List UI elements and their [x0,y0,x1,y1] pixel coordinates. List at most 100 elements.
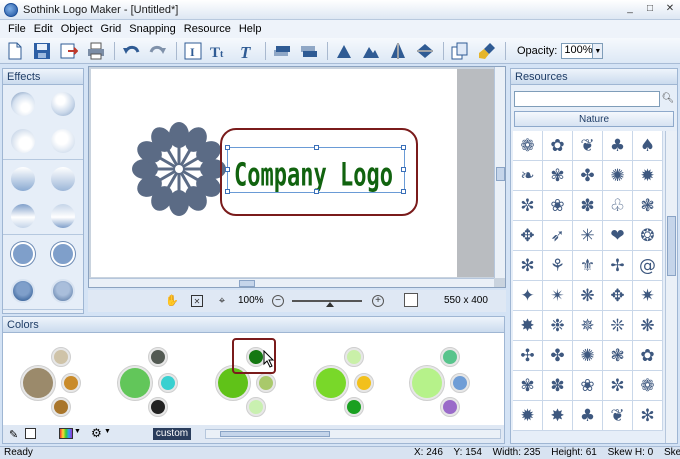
zoom-center-icon[interactable]: ⌖ [216,295,228,307]
resource-bud-icon[interactable]: ✢ [603,251,633,281]
scroll-thumb[interactable] [239,280,255,287]
scroll-thumb[interactable] [496,167,505,181]
resource-tulip-icon[interactable]: ♠ [633,131,663,161]
resource-sun-wreath-icon[interactable]: ✺ [603,161,633,191]
palette-swatch[interactable] [357,376,371,390]
resource-flower-13-icon[interactable]: ❀ [573,371,603,401]
resource-category-select[interactable]: Nature [514,111,674,127]
align-center-icon[interactable] [360,40,382,62]
zoom-out-icon[interactable]: − [272,295,284,307]
design-canvas[interactable]: Company Logo [91,69,457,277]
opacity-dropdown-icon[interactable]: ▼ [593,42,604,59]
minimize-button[interactable]: _ [624,3,636,15]
resource-sprig-icon[interactable]: ❋ [573,281,603,311]
menu-resource[interactable]: Resource [180,23,235,35]
print-icon[interactable] [85,40,107,62]
palette-swatch[interactable] [453,376,467,390]
resize-handle[interactable] [401,167,406,172]
undo-icon[interactable] [120,40,142,62]
spectrum-dropdown-icon[interactable]: ▼ [74,428,81,435]
palette-swatch[interactable] [161,376,175,390]
color-palette[interactable] [117,347,188,419]
resource-flower-4-icon[interactable]: ❉ [543,311,573,341]
palette-swatch[interactable] [347,350,361,364]
resource-leaf-5-icon[interactable]: ✤ [543,341,573,371]
resize-handle[interactable] [314,189,319,194]
new-file-icon[interactable] [4,40,26,62]
palette-swatch[interactable] [443,400,457,414]
resource-flower-6-icon[interactable]: ❊ [603,311,633,341]
duplicate-icon[interactable] [449,40,471,62]
effect-preset[interactable] [43,272,83,309]
zoom-slider-thumb[interactable] [326,302,334,307]
effect-preset[interactable] [43,122,83,159]
export-icon[interactable] [58,40,80,62]
flip-vertical-icon[interactable] [414,40,436,62]
paint-brush-icon[interactable] [476,40,498,62]
effect-preset[interactable] [43,85,83,122]
fit-page-icon[interactable]: ✕ [191,295,203,307]
resource-leaf-branch-icon[interactable]: ❧ [513,161,543,191]
resource-flower-17-icon[interactable]: ✸ [543,401,573,431]
effect-preset[interactable] [3,235,43,272]
search-icon[interactable]: 🔍︎ [661,91,675,107]
color-settings-icon[interactable]: ⚙ [91,426,102,440]
color-palette[interactable] [313,347,384,419]
settings-dropdown-icon[interactable]: ▼ [104,428,111,435]
resource-leaf-3-icon[interactable]: ✾ [543,161,573,191]
flower-shape[interactable] [131,121,231,221]
maximize-button[interactable]: □ [644,3,656,15]
menu-snapping[interactable]: Snapping [125,23,180,35]
resource-flower-14-icon[interactable]: ✼ [603,371,633,401]
color-spectrum-icon[interactable] [59,428,73,439]
resource-seed-icon[interactable]: ❂ [633,221,663,251]
resource-flower-10-icon[interactable]: ✿ [633,341,663,371]
bring-forward-icon[interactable] [271,40,293,62]
resize-handle[interactable] [225,145,230,150]
color-palette[interactable] [409,347,480,419]
resource-flower-1-icon[interactable]: ❁ [513,131,543,161]
effect-preset[interactable] [3,85,43,122]
text-tool-icon[interactable]: Tt [209,40,231,62]
resource-flower-11-icon[interactable]: ✾ [513,371,543,401]
palette-main-color[interactable] [23,368,53,398]
resource-flower-8-icon[interactable]: ✺ [573,341,603,371]
resource-star-bloom-icon[interactable]: ✴ [543,281,573,311]
resource-leaf-pair-icon[interactable]: ♣ [603,131,633,161]
eyedropper-icon[interactable]: ✎ [9,428,18,441]
resource-rose-icon[interactable]: ❀ [543,191,573,221]
palette-swatch[interactable] [259,376,273,390]
redo-icon[interactable] [147,40,169,62]
palette-swatch[interactable] [443,350,457,364]
canvas-vertical-scrollbar[interactable] [494,67,505,278]
resource-spiral-icon[interactable]: @ [633,251,663,281]
resource-dots-flower-icon[interactable]: ✼ [513,191,543,221]
scroll-thumb[interactable] [667,216,676,276]
palette-main-color[interactable] [412,368,442,398]
resource-star-flower-icon[interactable]: ✹ [633,161,663,191]
align-left-icon[interactable] [333,40,355,62]
fill-color-swatch[interactable] [25,428,36,439]
menu-edit[interactable]: Edit [30,23,57,35]
send-backward-icon[interactable] [298,40,320,62]
scroll-thumb[interactable] [220,431,330,437]
resize-handle[interactable] [401,189,406,194]
effect-preset[interactable] [43,160,83,197]
save-icon[interactable] [31,40,53,62]
palette-scrollbar[interactable] [205,429,501,439]
palette-swatch[interactable] [347,400,361,414]
resources-scrollbar[interactable] [665,131,677,443]
flip-horizontal-icon[interactable] [387,40,409,62]
zoom-in-icon[interactable]: + [372,295,384,307]
resource-tree-icon[interactable]: ♣ [573,401,603,431]
palette-swatch[interactable] [64,376,78,390]
color-palette[interactable] [20,347,91,419]
resize-handle[interactable] [401,145,406,150]
resource-grass-icon[interactable]: ✻ [633,401,663,431]
canvas-horizontal-scrollbar[interactable] [89,278,494,287]
palette-swatch[interactable] [54,400,68,414]
resource-leaf-arrow-icon[interactable]: ➶ [543,221,573,251]
resource-flower-16-icon[interactable]: ✹ [513,401,543,431]
resize-handle[interactable] [225,167,230,172]
text-box-icon[interactable]: I [182,40,204,62]
